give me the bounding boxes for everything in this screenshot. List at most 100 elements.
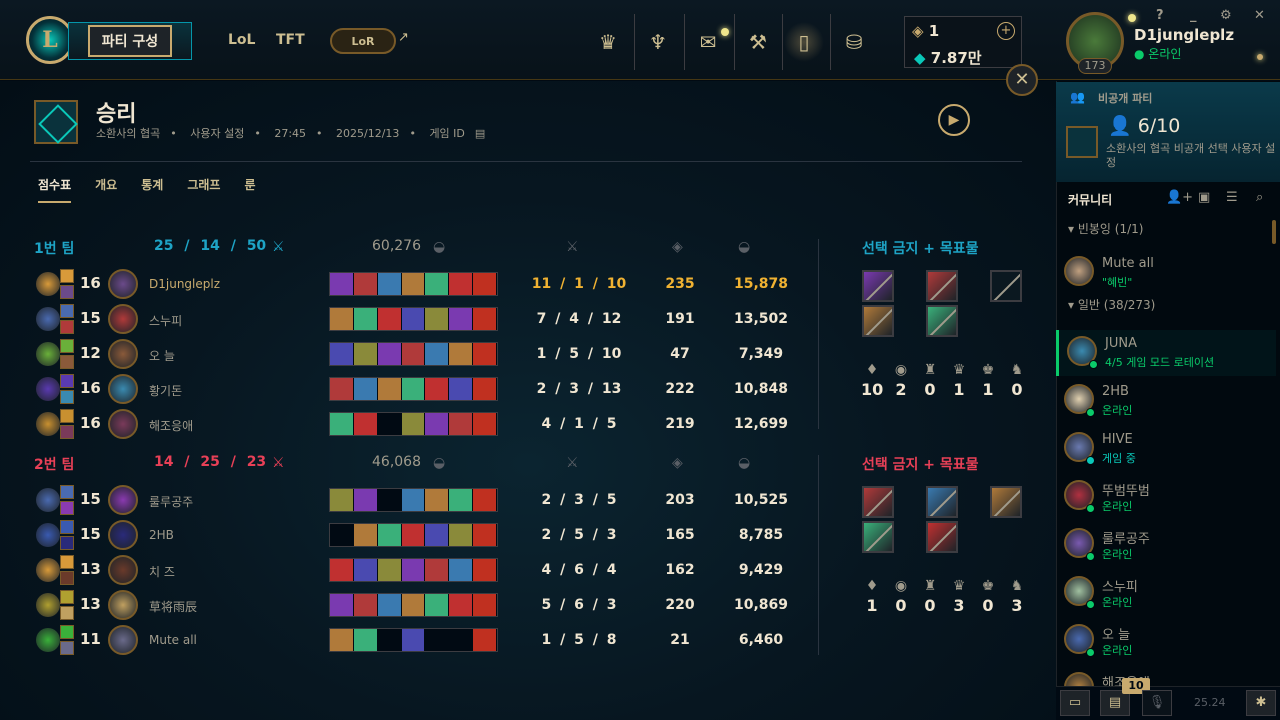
item-slot[interactable] (353, 594, 378, 616)
champion-portrait[interactable] (108, 590, 138, 620)
item-slot[interactable] (330, 629, 354, 651)
item-slot[interactable] (473, 594, 498, 616)
summoner-spell-icon[interactable] (60, 590, 74, 604)
champion-portrait[interactable] (108, 409, 138, 439)
item-slot[interactable] (449, 559, 474, 581)
sidebar-scrollbar[interactable] (1272, 220, 1276, 244)
banned-champion-icon[interactable] (862, 305, 894, 337)
item-slot[interactable] (353, 629, 378, 651)
league-logo-icon[interactable]: L (26, 16, 74, 64)
friend-item[interactable]: 2HB 온라인 (1056, 378, 1276, 424)
item-slot[interactable] (449, 594, 474, 616)
banned-champion-icon[interactable] (990, 486, 1022, 518)
item-slot[interactable] (330, 273, 354, 295)
item-slot[interactable] (401, 413, 426, 435)
friend-item[interactable]: Mute all "혜빈" (1056, 250, 1276, 296)
player-row[interactable]: 12 오 늘 1 / 5 / 10 47 7,349 (32, 338, 802, 370)
item-slot[interactable] (401, 489, 426, 511)
item-slot[interactable] (425, 343, 450, 365)
item-slot[interactable] (330, 559, 354, 581)
item-slot[interactable] (377, 413, 402, 435)
item-slot[interactable] (473, 629, 498, 651)
friend-item[interactable]: HIVE 게임 중 (1056, 426, 1276, 472)
champion-portrait[interactable] (108, 485, 138, 515)
item-slot[interactable] (353, 413, 378, 435)
player-name[interactable]: 황기돈 (149, 382, 182, 399)
item-slot[interactable] (425, 524, 450, 546)
item-slot[interactable] (425, 559, 450, 581)
player-row[interactable]: 16 해조응애 4 / 1 / 5 219 12,699 (32, 408, 802, 440)
champion-portrait[interactable] (108, 269, 138, 299)
item-slot[interactable] (377, 559, 402, 581)
player-row[interactable]: 13 치 즈 4 / 6 / 4 162 9,429 (32, 554, 802, 586)
player-row[interactable]: 15 룰루공주 2 / 3 / 5 203 10,525 (32, 484, 802, 516)
item-slot[interactable] (377, 524, 402, 546)
player-name[interactable]: 草将雨辰 (149, 598, 197, 615)
item-slot[interactable] (377, 273, 402, 295)
banned-champion-icon[interactable] (862, 270, 894, 302)
item-slot[interactable] (425, 594, 450, 616)
item-slot[interactable] (353, 524, 378, 546)
player-name[interactable]: 스누피 (149, 312, 182, 329)
champion-portrait[interactable] (108, 374, 138, 404)
banned-champion-icon[interactable] (926, 486, 958, 518)
banned-champion-icon[interactable] (862, 486, 894, 518)
item-slot[interactable] (449, 343, 474, 365)
add-friend-icon[interactable]: 👤+ (1166, 190, 1193, 205)
item-slot[interactable] (449, 489, 474, 511)
party-button[interactable]: 파티 구성 (68, 22, 192, 60)
minimize-button[interactable]: _ (1190, 8, 1197, 23)
summoner-spell-icon[interactable] (60, 409, 74, 423)
item-slot[interactable] (353, 273, 378, 295)
item-slot[interactable] (401, 273, 426, 295)
bug-report-icon[interactable]: ✱ (1246, 690, 1276, 716)
tab-1[interactable]: 개요 (95, 176, 117, 203)
item-slot[interactable] (330, 413, 354, 435)
item-slot[interactable] (330, 524, 354, 546)
item-slot[interactable] (449, 524, 474, 546)
summoner-spell-icon[interactable] (60, 571, 74, 585)
item-slot[interactable] (449, 378, 474, 400)
item-slot[interactable] (330, 594, 354, 616)
item-slot[interactable] (449, 273, 474, 295)
close-window-button[interactable]: ✕ (1254, 8, 1265, 23)
nav-lor-button[interactable]: LoR (330, 28, 396, 54)
item-slot[interactable] (401, 308, 426, 330)
player-row[interactable]: 16 황기돈 2 / 3 / 13 222 10,848 (32, 373, 802, 405)
esports-icon[interactable]: ♛ (588, 22, 628, 62)
summoner-spell-icon[interactable] (60, 320, 74, 334)
player-row[interactable]: 11 Mute all 1 / 5 / 8 21 6,460 (32, 624, 802, 656)
item-slot[interactable] (473, 343, 498, 365)
friend-item[interactable]: 스누피 온라인 (1056, 570, 1276, 616)
player-name[interactable]: 치 즈 (149, 563, 175, 580)
item-slot[interactable] (377, 489, 402, 511)
tab-0[interactable]: 점수표 (38, 176, 72, 203)
item-slot[interactable] (377, 594, 402, 616)
friend-item[interactable]: 오 늘 온라인 (1056, 618, 1276, 664)
tab-4[interactable]: 룬 (244, 176, 255, 203)
player-name[interactable]: 2HB (149, 528, 174, 542)
item-slot[interactable] (425, 273, 450, 295)
copy-icon[interactable]: ▤ (475, 127, 485, 140)
banned-champion-icon[interactable] (926, 270, 958, 302)
item-slot[interactable] (425, 378, 450, 400)
item-slot[interactable] (353, 343, 378, 365)
item-slot[interactable] (353, 559, 378, 581)
item-slot[interactable] (473, 524, 498, 546)
buy-rp-button[interactable]: + (997, 22, 1015, 40)
friend-group-header[interactable]: ▾ 일반 (38/273) (1068, 296, 1155, 313)
summoner-spell-icon[interactable] (60, 625, 74, 639)
item-slot[interactable] (353, 308, 378, 330)
rewards-icon[interactable]: ♆ (638, 22, 678, 62)
player-name[interactable]: 해조응애 (149, 417, 193, 434)
item-slot[interactable] (425, 489, 450, 511)
chat-icon[interactable]: ▭ (1060, 690, 1090, 716)
player-name[interactable]: Mute all (149, 633, 197, 647)
item-slot[interactable] (401, 524, 426, 546)
item-slot[interactable] (473, 378, 498, 400)
item-slot[interactable] (473, 308, 498, 330)
champion-portrait[interactable] (108, 520, 138, 550)
close-postgame-button[interactable]: ✕ (1006, 64, 1038, 96)
item-slot[interactable] (353, 378, 378, 400)
player-row[interactable]: 15 2HB 2 / 5 / 3 165 8,785 (32, 519, 802, 551)
